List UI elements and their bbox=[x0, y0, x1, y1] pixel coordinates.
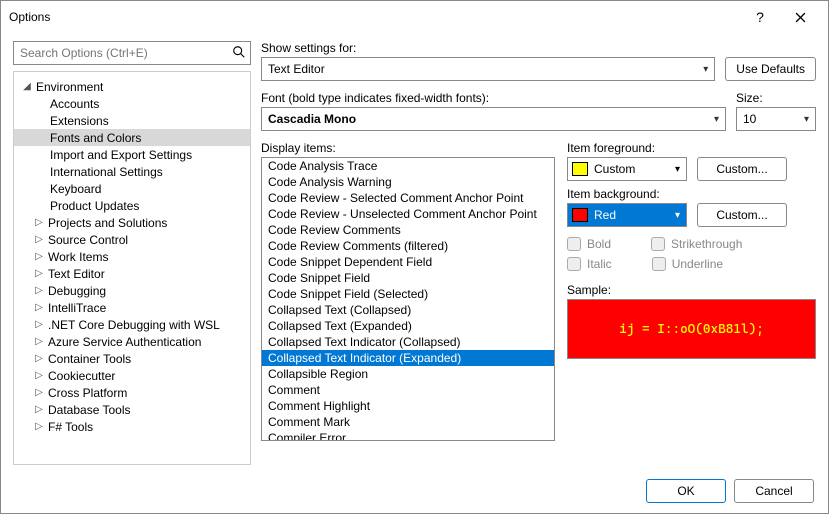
cancel-button[interactable]: Cancel bbox=[734, 479, 814, 503]
tree-item[interactable]: ▷Source Control bbox=[14, 231, 250, 248]
chevron-down-icon: ▾ bbox=[675, 164, 680, 175]
chevron-down-icon: ▾ bbox=[703, 64, 708, 75]
tree-item[interactable]: ▷Text Editor bbox=[14, 265, 250, 282]
chevron-down-icon: ▾ bbox=[714, 114, 719, 125]
list-item[interactable]: Code Analysis Warning bbox=[262, 174, 554, 190]
chevron-right-icon: ▷ bbox=[32, 268, 46, 279]
tree-item[interactable]: Product Updates bbox=[14, 197, 250, 214]
search-input[interactable] bbox=[14, 42, 250, 64]
help-button[interactable]: ? bbox=[740, 1, 780, 33]
font-select[interactable]: Cascadia Mono ▾ bbox=[261, 107, 726, 131]
ok-button[interactable]: OK bbox=[646, 479, 726, 503]
search-box[interactable] bbox=[13, 41, 251, 65]
list-item[interactable]: Code Snippet Dependent Field bbox=[262, 254, 554, 270]
chevron-down-icon: ▾ bbox=[675, 210, 680, 221]
chevron-right-icon: ▷ bbox=[32, 404, 46, 415]
sample-preview: ij = I::oO(0xB81l); bbox=[567, 299, 816, 359]
foreground-custom-button[interactable]: Custom... bbox=[697, 157, 787, 181]
chevron-right-icon: ▷ bbox=[32, 302, 46, 313]
list-item[interactable]: Collapsed Text Indicator (Expanded) bbox=[262, 350, 554, 366]
chevron-right-icon: ▷ bbox=[32, 336, 46, 347]
tree-item[interactable]: Fonts and Colors bbox=[14, 129, 250, 146]
chevron-right-icon: ▷ bbox=[32, 285, 46, 296]
list-item[interactable]: Comment bbox=[262, 382, 554, 398]
sample-label: Sample: bbox=[567, 283, 816, 297]
tree-item[interactable]: Import and Export Settings bbox=[14, 146, 250, 163]
tree-item[interactable]: ▷Debugging bbox=[14, 282, 250, 299]
strikethrough-checkbox: Strikethrough bbox=[651, 237, 742, 251]
underline-checkbox: Underline bbox=[652, 257, 723, 271]
tree-item[interactable]: Accounts bbox=[14, 95, 250, 112]
tree-item[interactable]: ▷Cross Platform bbox=[14, 384, 250, 401]
tree-item[interactable]: ▷Azure Service Authentication bbox=[14, 333, 250, 350]
chevron-right-icon: ▷ bbox=[32, 319, 46, 330]
list-item[interactable]: Collapsed Text (Expanded) bbox=[262, 318, 554, 334]
item-foreground-label: Item foreground: bbox=[567, 141, 816, 155]
list-item[interactable]: Collapsible Region bbox=[262, 366, 554, 382]
font-label: Font (bold type indicates fixed-width fo… bbox=[261, 91, 726, 105]
tree-item[interactable]: Extensions bbox=[14, 112, 250, 129]
tree-item[interactable]: ▷Database Tools bbox=[14, 401, 250, 418]
search-icon bbox=[232, 45, 246, 62]
close-icon bbox=[795, 12, 806, 23]
list-item[interactable]: Code Review Comments (filtered) bbox=[262, 238, 554, 254]
list-item[interactable]: Code Review - Selected Comment Anchor Po… bbox=[262, 190, 554, 206]
bold-checkbox: Bold bbox=[567, 237, 611, 251]
sample-text: ij = I::oO(0xB81l); bbox=[619, 322, 764, 337]
color-swatch bbox=[572, 162, 588, 176]
background-custom-button[interactable]: Custom... bbox=[697, 203, 787, 227]
color-swatch bbox=[572, 208, 588, 222]
chevron-right-icon: ▷ bbox=[32, 251, 46, 262]
tree-item[interactable]: ▷Container Tools bbox=[14, 350, 250, 367]
options-dialog: Options ? ◢ Environment AccountsExtensio… bbox=[0, 0, 829, 514]
chevron-right-icon: ▷ bbox=[32, 370, 46, 381]
list-item[interactable]: Collapsed Text Indicator (Collapsed) bbox=[262, 334, 554, 350]
item-background-label: Item background: bbox=[567, 187, 816, 201]
list-item[interactable]: Code Review Comments bbox=[262, 222, 554, 238]
italic-checkbox: Italic bbox=[567, 257, 612, 271]
dialog-footer: OK Cancel bbox=[1, 469, 828, 513]
display-items-label: Display items: bbox=[261, 141, 555, 155]
chevron-right-icon: ▷ bbox=[32, 421, 46, 432]
display-items-listbox[interactable]: Code Analysis TraceCode Analysis Warning… bbox=[261, 157, 555, 441]
background-color-select[interactable]: Red ▾ bbox=[567, 203, 687, 227]
list-item[interactable]: Comment Mark bbox=[262, 414, 554, 430]
titlebar: Options ? bbox=[1, 1, 828, 33]
list-item[interactable]: Collapsed Text (Collapsed) bbox=[262, 302, 554, 318]
size-label: Size: bbox=[736, 91, 816, 105]
list-item[interactable]: Code Snippet Field (Selected) bbox=[262, 286, 554, 302]
chevron-right-icon: ▷ bbox=[32, 217, 46, 228]
tree-item[interactable]: ▷Cookiecutter bbox=[14, 367, 250, 384]
tree-item[interactable]: ▷IntelliTrace bbox=[14, 299, 250, 316]
list-item[interactable]: Code Analysis Trace bbox=[262, 158, 554, 174]
list-item[interactable]: Comment Highlight bbox=[262, 398, 554, 414]
show-settings-label: Show settings for: bbox=[261, 41, 715, 55]
list-item[interactable]: Code Review - Unselected Comment Anchor … bbox=[262, 206, 554, 222]
tree-item[interactable]: Keyboard bbox=[14, 180, 250, 197]
chevron-right-icon: ▷ bbox=[32, 353, 46, 364]
use-defaults-button[interactable]: Use Defaults bbox=[725, 57, 816, 81]
tree-item[interactable]: ▷Work Items bbox=[14, 248, 250, 265]
size-select[interactable]: 10 ▾ bbox=[736, 107, 816, 131]
tree-item[interactable]: ▷Projects and Solutions bbox=[14, 214, 250, 231]
chevron-right-icon: ▷ bbox=[32, 234, 46, 245]
tree-item-environment[interactable]: ◢ Environment bbox=[14, 78, 250, 95]
list-item[interactable]: Code Snippet Field bbox=[262, 270, 554, 286]
tree-item[interactable]: ▷.NET Core Debugging with WSL bbox=[14, 316, 250, 333]
close-button[interactable] bbox=[780, 1, 820, 33]
chevron-down-icon: ▾ bbox=[804, 114, 809, 125]
foreground-color-select[interactable]: Custom ▾ bbox=[567, 157, 687, 181]
chevron-right-icon: ▷ bbox=[32, 387, 46, 398]
tree-item[interactable]: ▷F# Tools bbox=[14, 418, 250, 435]
window-title: Options bbox=[9, 10, 740, 24]
show-settings-select[interactable]: Text Editor ▾ bbox=[261, 57, 715, 81]
chevron-down-icon: ◢ bbox=[20, 81, 34, 92]
options-tree[interactable]: ◢ Environment AccountsExtensionsFonts an… bbox=[13, 71, 251, 465]
list-item[interactable]: Compiler Error bbox=[262, 430, 554, 441]
tree-item[interactable]: International Settings bbox=[14, 163, 250, 180]
